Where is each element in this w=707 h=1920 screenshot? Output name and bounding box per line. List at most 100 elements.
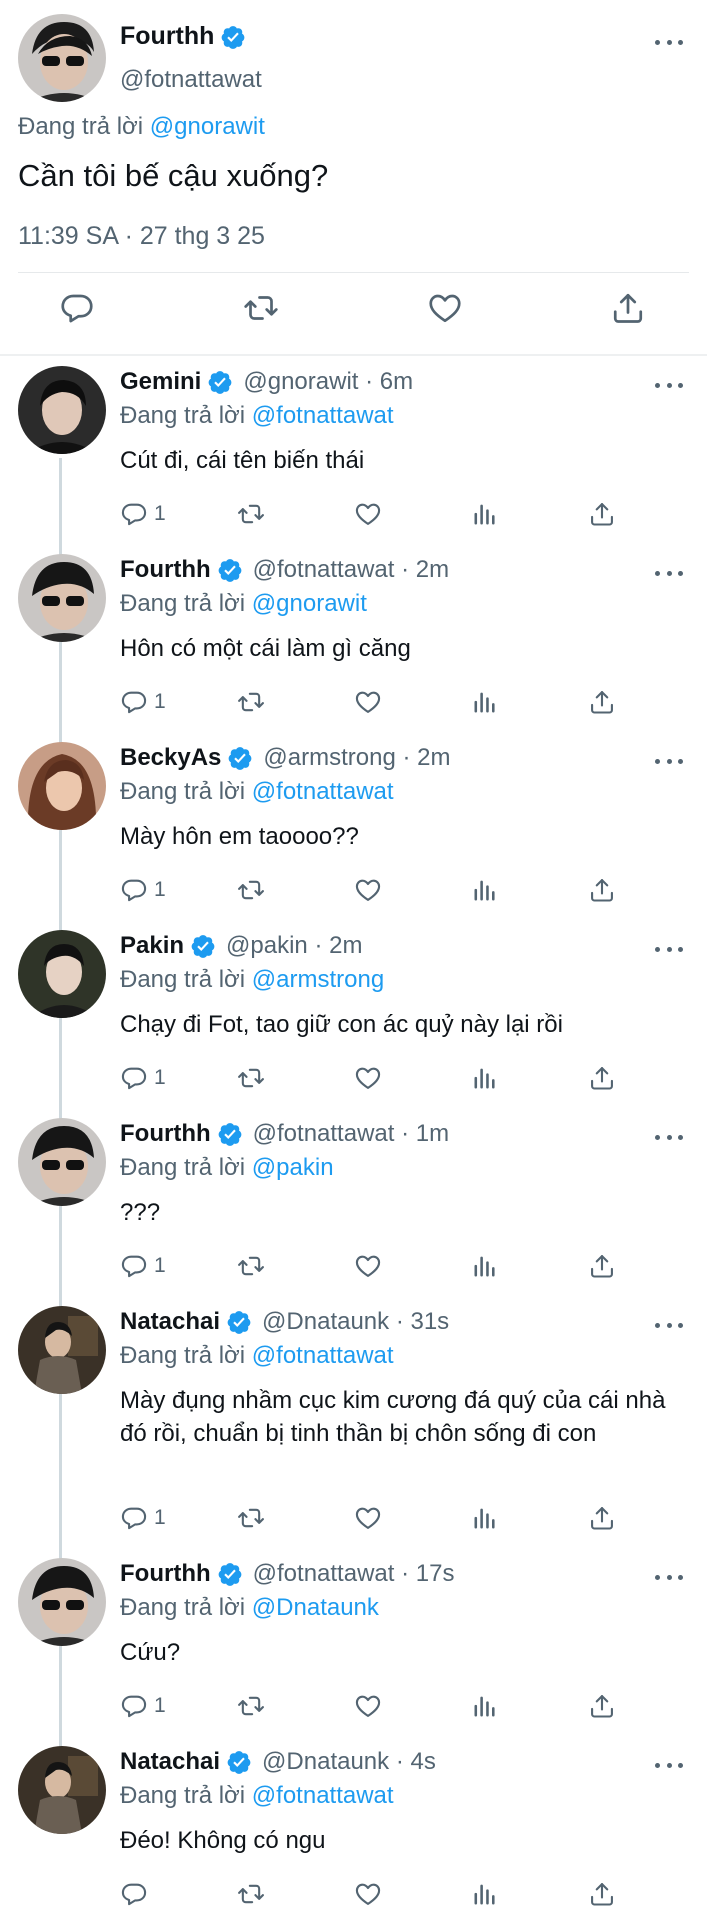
like-button[interactable] — [354, 1251, 382, 1281]
author-name[interactable]: Fourthh — [120, 22, 214, 51]
author-handle-time[interactable]: @armstrong · 2m — [263, 744, 450, 772]
avatar[interactable] — [18, 742, 106, 830]
reply-button[interactable]: 1 — [120, 687, 166, 717]
author-name[interactable]: Fourthh — [120, 1120, 211, 1148]
reply-tweet[interactable]: Natachai @Dnataunk · 4s Đang trả lời @fo… — [0, 1746, 707, 1920]
author-name[interactable]: Fourthh — [120, 556, 211, 584]
share-icon[interactable] — [610, 290, 646, 326]
reply-tweet[interactable]: Fourthh @fotnattawat · 17s Đang trả lời … — [0, 1558, 707, 1746]
reply-tweet[interactable]: Pakin @pakin · 2m Đang trả lời @armstron… — [0, 930, 707, 1118]
retweet-icon[interactable] — [243, 290, 279, 326]
views-button[interactable] — [471, 1063, 499, 1093]
author-name[interactable]: Pakin — [120, 932, 184, 960]
replying-to-mention[interactable]: @gnorawit — [150, 113, 265, 140]
author-handle-time[interactable]: @gnorawit · 6m — [243, 368, 413, 396]
reply-tweet[interactable]: BeckyAs @armstrong · 2m Đang trả lời @fo… — [0, 742, 707, 930]
views-button[interactable] — [471, 1879, 499, 1909]
reply-header: Fourthh @fotnattawat · 1m — [120, 1120, 449, 1148]
like-icon[interactable] — [427, 290, 463, 326]
like-button[interactable] — [354, 875, 382, 905]
retweet-button[interactable] — [237, 1879, 265, 1909]
views-button[interactable] — [471, 1691, 499, 1721]
more-icon[interactable] — [655, 379, 683, 391]
reply-button[interactable]: 1 — [120, 875, 166, 905]
more-icon[interactable] — [655, 1759, 683, 1771]
more-icon[interactable] — [655, 1571, 683, 1583]
share-button[interactable] — [588, 687, 616, 717]
author-name[interactable]: Fourthh — [120, 1560, 211, 1588]
author-name[interactable]: Natachai — [120, 1748, 220, 1776]
avatar[interactable] — [18, 1746, 106, 1834]
reply-button[interactable]: 1 — [120, 1691, 166, 1721]
replying-to: Đang trả lời @gnorawit — [120, 590, 367, 618]
avatar[interactable] — [18, 1558, 106, 1646]
reply-tweet[interactable]: Gemini @gnorawit · 6m Đang trả lời @fotn… — [0, 366, 707, 554]
retweet-button[interactable] — [237, 499, 265, 529]
reply-button[interactable]: 1 — [120, 1503, 166, 1533]
retweet-button[interactable] — [237, 1063, 265, 1093]
reply-header: Fourthh @fotnattawat · 17s — [120, 1560, 454, 1588]
share-button[interactable] — [588, 1691, 616, 1721]
more-icon[interactable] — [655, 1319, 683, 1331]
reply-tweet[interactable]: Natachai @Dnataunk · 31s Đang trả lời @f… — [0, 1306, 707, 1558]
avatar[interactable] — [18, 14, 106, 102]
like-button[interactable] — [354, 1691, 382, 1721]
author-name[interactable]: Gemini — [120, 368, 201, 396]
reply-tweet[interactable]: Fourthh @fotnattawat · 2m Đang trả lời @… — [0, 554, 707, 742]
retweet-button[interactable] — [237, 875, 265, 905]
replying-to-mention[interactable]: @pakin — [252, 1154, 334, 1181]
replying-to-mention[interactable]: @fotnattawat — [252, 402, 394, 429]
share-button[interactable] — [588, 1879, 616, 1909]
more-icon[interactable] — [655, 567, 683, 579]
more-icon[interactable] — [655, 36, 683, 48]
like-button[interactable] — [354, 1063, 382, 1093]
retweet-button[interactable] — [237, 1691, 265, 1721]
author-handle[interactable]: @fotnattawat — [120, 66, 262, 94]
views-button[interactable] — [471, 875, 499, 905]
reply-button[interactable] — [120, 1879, 154, 1909]
reply-button[interactable]: 1 — [120, 1063, 166, 1093]
views-button[interactable] — [471, 1251, 499, 1281]
like-button[interactable] — [354, 1879, 382, 1909]
replying-to-mention[interactable]: @Dnataunk — [252, 1594, 379, 1621]
reply-tweet[interactable]: Fourthh @fotnattawat · 1m Đang trả lời @… — [0, 1118, 707, 1306]
like-button[interactable] — [354, 499, 382, 529]
views-button[interactable] — [471, 1503, 499, 1533]
reply-icon[interactable] — [59, 290, 95, 326]
author-name[interactable]: Natachai — [120, 1308, 220, 1336]
share-button[interactable] — [588, 1063, 616, 1093]
retweet-button[interactable] — [237, 1251, 265, 1281]
retweet-button[interactable] — [237, 1503, 265, 1533]
author-handle-time[interactable]: @fotnattawat · 2m — [253, 556, 449, 584]
author-handle-time[interactable]: @Dnataunk · 4s — [262, 1748, 436, 1776]
replying-to-mention[interactable]: @fotnattawat — [252, 1342, 394, 1369]
retweet-button[interactable] — [237, 687, 265, 717]
avatar[interactable] — [18, 366, 106, 454]
reply-button[interactable]: 1 — [120, 1251, 166, 1281]
share-button[interactable] — [588, 875, 616, 905]
replying-to-mention[interactable]: @gnorawit — [252, 590, 367, 617]
share-button[interactable] — [588, 499, 616, 529]
author-handle-time[interactable]: @fotnattawat · 17s — [253, 1560, 455, 1588]
reply-button[interactable]: 1 — [120, 499, 166, 529]
avatar[interactable] — [18, 930, 106, 1018]
like-button[interactable] — [354, 687, 382, 717]
share-button[interactable] — [588, 1503, 616, 1533]
replying-to-mention[interactable]: @fotnattawat — [252, 778, 394, 805]
replying-to-mention[interactable]: @fotnattawat — [252, 1782, 394, 1809]
views-button[interactable] — [471, 687, 499, 717]
author-handle-time[interactable]: @Dnataunk · 31s — [262, 1308, 449, 1336]
author-handle-time[interactable]: @fotnattawat · 1m — [253, 1120, 449, 1148]
avatar[interactable] — [18, 1118, 106, 1206]
replying-to-mention[interactable]: @armstrong — [252, 966, 384, 993]
author-name[interactable]: BeckyAs — [120, 744, 221, 772]
more-icon[interactable] — [655, 943, 683, 955]
author-handle-time[interactable]: @pakin · 2m — [226, 932, 362, 960]
like-button[interactable] — [354, 1503, 382, 1533]
more-icon[interactable] — [655, 755, 683, 767]
avatar[interactable] — [18, 554, 106, 642]
more-icon[interactable] — [655, 1131, 683, 1143]
avatar[interactable] — [18, 1306, 106, 1394]
share-button[interactable] — [588, 1251, 616, 1281]
views-button[interactable] — [471, 499, 499, 529]
